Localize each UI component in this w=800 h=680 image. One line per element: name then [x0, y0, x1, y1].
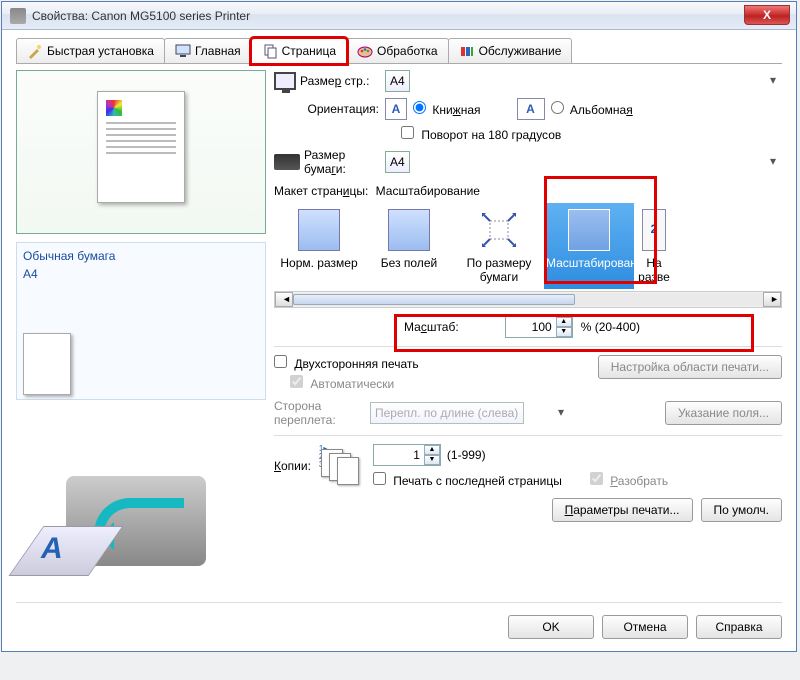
tab-label: Главная — [195, 44, 241, 58]
monitor-icon — [175, 43, 191, 59]
app-icon — [10, 8, 26, 24]
copies-range: (1-999) — [447, 448, 486, 462]
wand-icon — [27, 43, 43, 59]
layout-scroller: Норм. размер Без полей По размеру бумаги — [274, 202, 782, 289]
palette-icon — [357, 43, 373, 59]
copies-icon: 1▸2▸3▸ — [321, 445, 363, 487]
printer-illustration: A — [16, 406, 226, 596]
tab-processing[interactable]: Обработка — [346, 38, 449, 63]
layout-thumb-fit — [478, 209, 520, 251]
orientation-label: Ориентация: — [308, 102, 379, 116]
scale-spinner[interactable]: ▲ ▼ — [505, 316, 573, 338]
cartridge-icon — [459, 43, 475, 59]
tab-main[interactable]: Главная — [164, 38, 252, 63]
tab-page[interactable]: Страница — [251, 38, 347, 64]
binding-side-select: Перепл. по длине (слева) — [370, 402, 524, 424]
portrait-icon: A — [385, 98, 407, 120]
binding-side-label: Сторона переплета: — [274, 399, 364, 427]
layout-thumb-nup: 2 — [642, 209, 666, 251]
print-from-last-checkbox[interactable]: Печать с последней страницы — [373, 472, 562, 488]
tab-maintenance[interactable]: Обслуживание — [448, 38, 573, 63]
layout-item-normal[interactable]: Норм. размер — [274, 203, 364, 289]
scroll-left-button[interactable]: ◄ — [275, 292, 293, 307]
tab-label: Обработка — [377, 44, 438, 58]
collate-checkbox: Разобрать — [590, 472, 668, 488]
pages-icon — [262, 43, 278, 59]
margin-button: Указание поля... — [665, 401, 782, 425]
layout-thumb-normal — [298, 209, 340, 251]
layout-item-fit[interactable]: По размеру бумаги — [454, 203, 544, 289]
scale-label: Масштаб: — [404, 320, 459, 334]
printer-properties-window: Свойства: Canon MG5100 series Printer X … — [1, 1, 797, 652]
close-button[interactable]: X — [744, 5, 790, 25]
print-area-button: Настройка области печати... — [598, 355, 782, 379]
tab-strip: Быстрая установка Главная Страница Обраб… — [16, 38, 782, 64]
tab-label: Быстрая установка — [47, 44, 154, 58]
close-icon: X — [763, 8, 771, 22]
duplex-checkbox[interactable]: Двухсторонняя печать — [274, 357, 419, 371]
titlebar: Свойства: Canon MG5100 series Printer X — [2, 2, 796, 30]
page-preview — [16, 70, 266, 234]
layout-thumb-scaled — [568, 209, 610, 251]
copies-input[interactable] — [374, 446, 424, 464]
cancel-button[interactable]: Отмена — [602, 615, 688, 639]
scale-input[interactable] — [506, 318, 556, 336]
duplex-auto-checkbox: Автоматически — [290, 375, 394, 391]
paper-info-box: Обычная бумага A4 — [16, 242, 266, 400]
landscape-icon: A — [517, 98, 545, 120]
scrollbar-thumb[interactable] — [293, 294, 575, 305]
paper-size-select[interactable]: A4 — [385, 151, 410, 173]
small-preview-icon — [23, 333, 71, 395]
tab-quick-setup[interactable]: Быстрая установка — [16, 38, 165, 63]
scale-down-button[interactable]: ▼ — [556, 327, 572, 337]
layout-item-nup[interactable]: 2 На разве — [634, 203, 674, 289]
window-title: Свойства: Canon MG5100 series Printer — [32, 9, 744, 23]
print-options-button[interactable]: Параметры печати... — [552, 498, 693, 522]
landscape-radio[interactable]: Альбомная — [551, 101, 633, 117]
page-size-select[interactable]: A4 — [385, 70, 410, 92]
layout-value: Масштабирование — [376, 184, 480, 198]
defaults-button[interactable]: По умолч. — [701, 498, 782, 522]
layout-scrollbar[interactable]: ◄ ► — [274, 291, 782, 308]
copies-label: Копии: — [274, 459, 311, 473]
scroll-right-button[interactable]: ► — [763, 292, 781, 307]
layout-thumb-borderless — [388, 209, 430, 251]
paper-size-text: A4 — [23, 265, 259, 283]
layout-item-borderless[interactable]: Без полей — [364, 203, 454, 289]
page-size-label: Размер стр.: — [300, 74, 369, 88]
layout-item-scaled[interactable]: Масштабирование — [544, 203, 634, 289]
help-button[interactable]: Справка — [696, 615, 782, 639]
monitor-icon — [274, 72, 296, 90]
tab-label: Обслуживание — [479, 44, 562, 58]
tab-label: Страница — [282, 44, 336, 58]
copies-down-button[interactable]: ▼ — [424, 455, 440, 465]
rotate180-checkbox[interactable]: Поворот на 180 градусов — [401, 126, 561, 142]
printer-icon — [274, 154, 300, 170]
ok-button[interactable]: OK — [508, 615, 594, 639]
copies-up-button[interactable]: ▲ — [424, 445, 440, 455]
scale-range: % (20-400) — [581, 320, 640, 334]
layout-label: Макет страницы: — [274, 184, 368, 198]
copies-spinner[interactable]: ▲ ▼ — [373, 444, 441, 466]
paper-type-text: Обычная бумага — [23, 247, 259, 265]
preview-page-icon — [97, 91, 185, 203]
scale-up-button[interactable]: ▲ — [556, 317, 572, 327]
portrait-radio[interactable]: Книжная — [413, 101, 481, 117]
paper-size-label: Размербумаги: — [304, 148, 346, 176]
